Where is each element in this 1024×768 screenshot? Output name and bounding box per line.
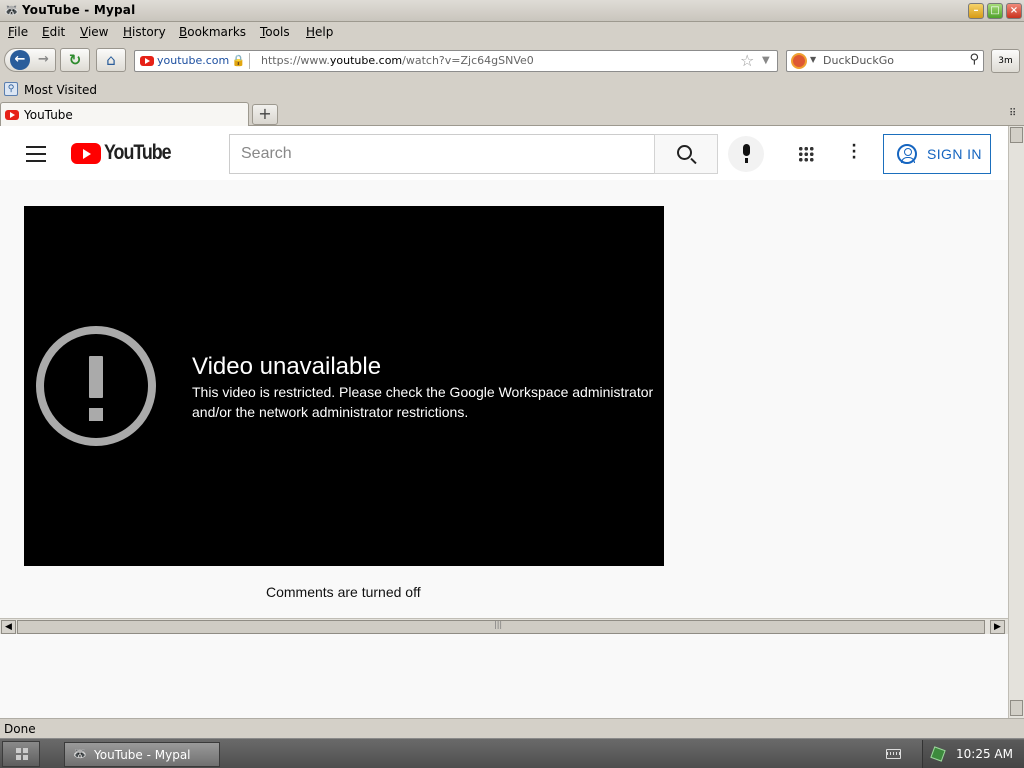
addon-button[interactable]: 3m [991,49,1020,73]
search-go-icon[interactable]: ⚲ [969,52,979,67]
vertical-scrollbar[interactable] [1008,126,1024,718]
sign-in-button[interactable]: SIGN IN [883,134,991,174]
menu-bar: File Edit View History Bookmarks Tools H… [0,22,1024,42]
youtube-logo-text: YouTube [104,141,172,164]
window-titlebar[interactable]: 🦝 YouTube - Mypal – □ × [0,0,1024,22]
url-history-dropdown-icon[interactable]: ▼ [762,55,770,66]
search-engine-placeholder: DuckDuckGo [823,54,894,67]
comments-status: Comments are turned off [266,584,421,600]
minimize-button[interactable]: – [968,3,984,19]
reload-button[interactable]: ↻ [60,48,90,72]
menu-view[interactable]: View [80,25,108,39]
bookmark-most-visited[interactable]: Most Visited [24,83,97,97]
clock[interactable]: 10:25 AM [956,747,1013,761]
bookmarks-toolbar: ⚲ Most Visited [0,80,1024,100]
raccoon-icon: 🦝 [73,747,87,760]
most-visited-icon: ⚲ [4,82,18,96]
reload-icon: ↻ [68,51,82,69]
menu-file[interactable]: File [8,25,28,39]
scroll-grip-icon: ||| [494,620,503,629]
exclamation-warning-icon [36,326,156,446]
youtube-search-box[interactable] [229,134,655,174]
error-title: Video unavailable [192,353,382,380]
taskbar-item-mypal[interactable]: 🦝 YouTube - Mypal [64,742,220,767]
start-menu-button[interactable] [2,741,40,767]
menu-edit[interactable]: Edit [42,25,65,39]
vertical-scroll-thumb[interactable] [1010,127,1023,143]
site-identity-button[interactable]: youtube.com 🔒 [137,53,251,69]
youtube-favicon-icon [140,56,154,66]
engine-dropdown-icon[interactable]: ▼ [810,55,816,64]
url-path: /watch?v=Zjc64gSNVe0 [402,54,534,67]
status-text: Done [4,722,36,736]
account-circle-icon [897,144,917,164]
forward-arrow-icon[interactable]: → [38,49,49,71]
youtube-favicon-icon [5,110,19,120]
new-tab-button[interactable]: + [252,104,278,125]
status-bar: Done [0,718,1024,738]
all-tabs-icon[interactable]: ⠿ [1009,108,1016,119]
taskbar-item-label: YouTube - Mypal [94,748,191,762]
menu-bookmarks[interactable]: Bookmarks [179,25,246,39]
window-title: YouTube - Mypal [22,3,136,17]
microphone-icon[interactable] [728,136,764,172]
lock-icon: 🔒 [231,54,246,67]
horizontal-scrollbar[interactable]: ◀ ||| ▶ [0,618,1008,634]
page-content: YouTube ··· SIGN IN Video unavailable Th… [0,126,1008,618]
tab-youtube[interactable]: YouTube [0,102,249,126]
url-domain: youtube.com [329,54,403,67]
apps-grid-icon[interactable] [798,146,814,162]
video-player[interactable]: Video unavailable This video is restrict… [24,206,664,566]
site-identity-label: youtube.com [157,54,230,67]
start-grid-icon [16,748,28,760]
youtube-search-input[interactable] [230,135,654,173]
search-icon [677,145,692,160]
menu-history[interactable]: History [123,25,166,39]
url-prefix: https://www. [261,54,330,67]
youtube-play-logo-icon [71,143,101,164]
sign-in-label: SIGN IN [927,146,982,162]
tab-label: YouTube [24,108,73,122]
taskbar: 🦝 YouTube - Mypal 10:25 AM [0,738,1024,768]
page-blank-area [0,634,1008,718]
tab-strip: YouTube + ⠿ [0,101,1024,126]
back-arrow-icon[interactable]: ← [10,50,30,70]
web-search-bar[interactable]: ▼ DuckDuckGo ⚲ [786,50,984,72]
more-options-icon[interactable]: · · · [850,139,858,165]
maximize-button[interactable]: □ [987,3,1003,19]
menu-help[interactable]: Help [306,25,333,39]
menu-tools[interactable]: Tools [260,25,290,39]
scroll-right-arrow-icon[interactable]: ▶ [990,620,1005,634]
vertical-scroll-end[interactable] [1010,700,1023,716]
error-message: This video is restricted. Please check t… [192,384,654,420]
close-button[interactable]: × [1006,3,1022,19]
back-forward-button[interactable]: ← → [4,48,56,72]
scroll-left-arrow-icon[interactable]: ◀ [1,620,16,634]
duckduckgo-icon[interactable] [791,53,807,69]
youtube-search-button[interactable] [654,134,718,174]
raccoon-icon: 🦝 [4,3,19,17]
home-button[interactable]: ⌂ [96,48,126,72]
url-text[interactable]: https://www.youtube.com/watch?v=Zjc64gSN… [261,54,534,67]
youtube-header: YouTube ··· SIGN IN [0,126,1008,180]
url-bar[interactable]: youtube.com 🔒 https://www.youtube.com/wa… [134,50,778,72]
home-icon: ⌂ [106,51,116,69]
hamburger-menu-icon[interactable] [26,146,46,162]
bookmark-star-icon[interactable]: ☆ [740,51,754,70]
keyboard-icon[interactable] [886,749,901,759]
